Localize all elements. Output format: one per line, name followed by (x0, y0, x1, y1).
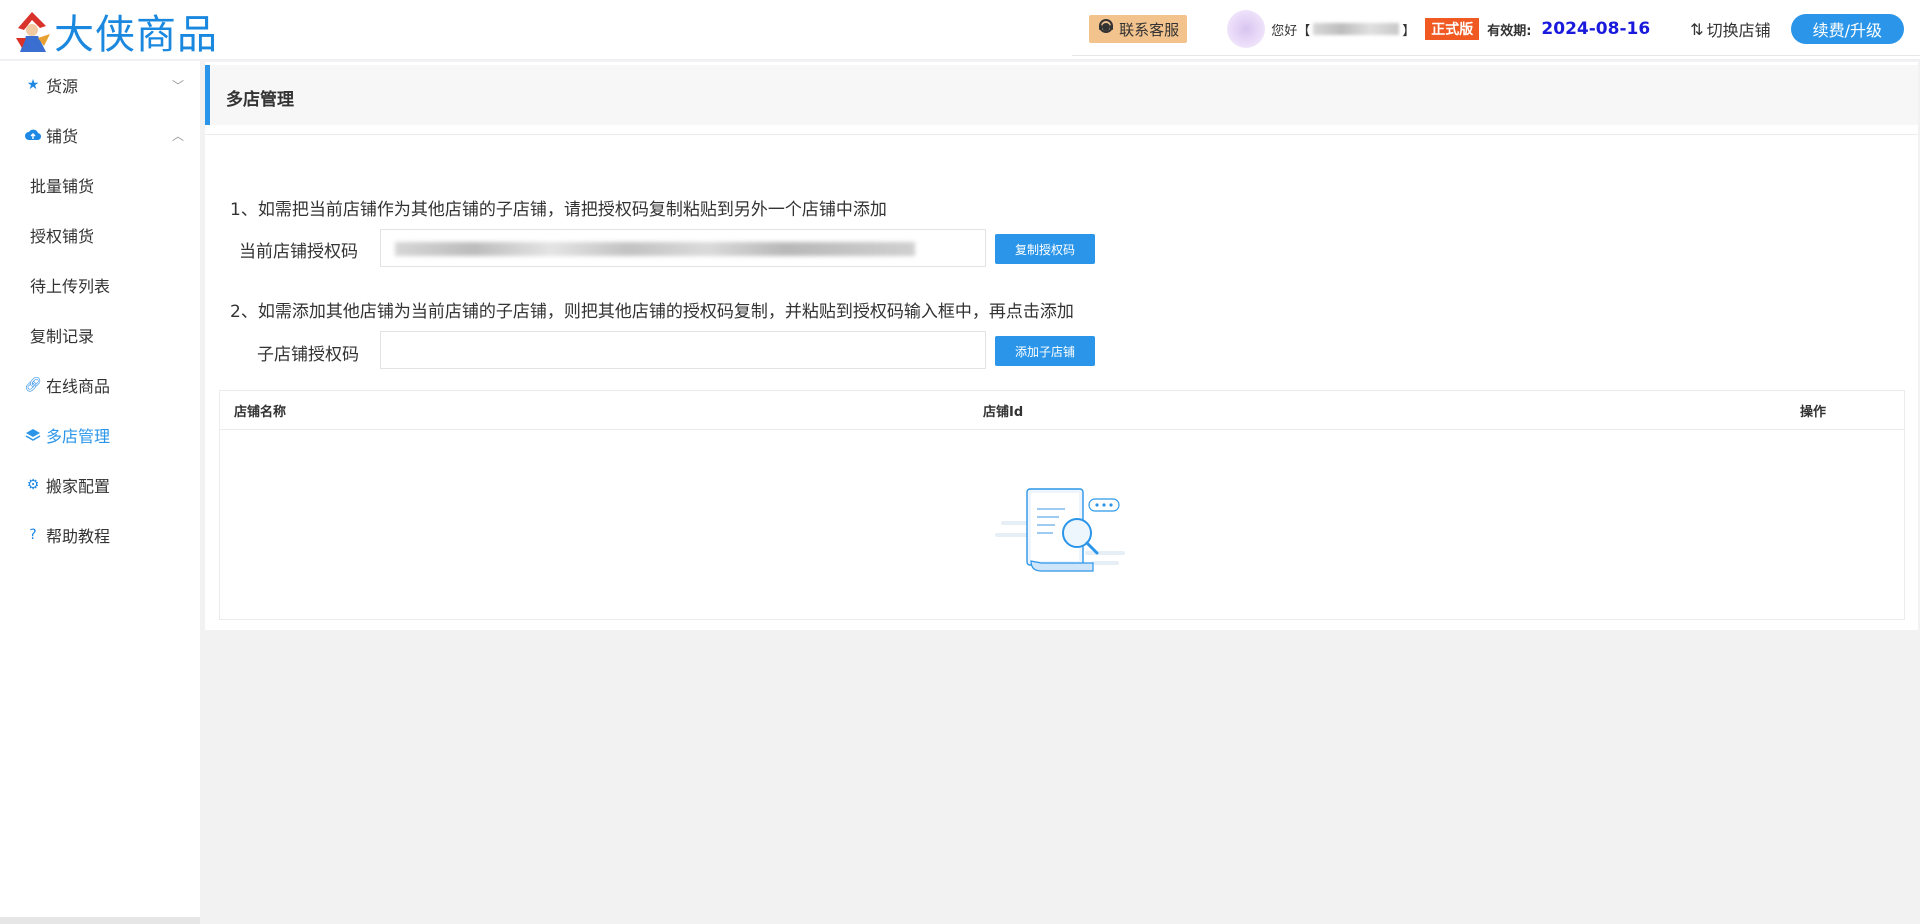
header-right: 联系客服 您好【 】 正式版 有效期: 2024-08-16 ⇅ 切换店铺 续费… (1089, 10, 1904, 48)
sidebar-item-label: 帮助教程 (46, 527, 111, 546)
renew-upgrade-button[interactable]: 续费/升级 (1790, 14, 1904, 44)
link-icon: 🔗︎ (24, 377, 42, 393)
copy-auth-code-button[interactable]: 复制授权码 (995, 234, 1095, 264)
sidebar-item-listing[interactable]: 铺货 ︿ (0, 115, 200, 155)
sidebar-item-multi-shop[interactable]: 多店管理 (0, 415, 200, 455)
column-header-shop-id: 店铺Id (983, 404, 1024, 420)
current-code-field[interactable] (380, 229, 986, 267)
cloud-upload-icon (25, 127, 41, 143)
validity-label: 有效期: (1487, 23, 1532, 39)
page-title: 多店管理 (226, 90, 294, 110)
sidebar-item-batch-listing[interactable]: 批量铺货 (30, 165, 94, 205)
sidebar: ★ 货源 ﹀ 铺货 ︿ 批量铺货 授权铺货 待上传列表 复制记录 🔗︎ 在线商品… (0, 61, 200, 917)
validity-date: 2024-08-16 (1541, 19, 1651, 39)
greeting-prefix: 您好【 (1271, 23, 1311, 39)
chevron-down-icon: ﹀ (171, 79, 184, 93)
sidebar-item-label: 铺货 (46, 127, 79, 146)
blurred-auth-code (395, 242, 915, 256)
layers-icon (25, 427, 41, 443)
logo-figure-icon (12, 8, 52, 54)
support-label: 联系客服 (1119, 20, 1180, 39)
current-code-label: 当前店铺授权码 (239, 242, 358, 262)
empty-state-icon (995, 481, 1135, 581)
sidebar-item-help[interactable]: ? 帮助教程 (0, 515, 200, 555)
step-2-instruction: 2、如需添加其他店铺为当前店铺的子店铺，则把其他店铺的授权码复制，并粘贴到授权码… (230, 302, 1074, 322)
column-header-actions: 操作 (1800, 404, 1827, 420)
sidebar-item-online-products[interactable]: 🔗︎ 在线商品 (0, 365, 200, 405)
column-header-shop-name: 店铺名称 (234, 404, 287, 420)
logo-text: 大侠商品 (54, 12, 218, 58)
greeting-suffix: 】 (1402, 23, 1416, 39)
switch-shop-link[interactable]: ⇅ 切换店铺 (1690, 17, 1770, 41)
sidebar-item-source[interactable]: ★ 货源 ﹀ (0, 65, 200, 105)
sidebar-item-label: 多店管理 (46, 427, 111, 446)
chevron-up-icon: ︿ (171, 129, 184, 143)
headset-icon (1097, 18, 1115, 40)
step-1-instruction: 1、如需把当前店铺作为其他店铺的子店铺，请把授权码复制粘贴到另外一个店铺中添加 (230, 200, 887, 220)
sidebar-scroll-strip (0, 917, 200, 924)
sidebar-item-label: 搬家配置 (46, 477, 111, 496)
header-divider (1072, 55, 1920, 56)
switch-shop-label: 切换店铺 (1706, 21, 1771, 40)
sidebar-item-pending-upload[interactable]: 待上传列表 (30, 265, 110, 305)
avatar[interactable] (1227, 10, 1266, 48)
brand-logo[interactable]: 大侠商品 (12, 6, 218, 58)
sidebar-item-label: 货源 (46, 77, 79, 96)
question-icon: ? (29, 527, 37, 543)
sidebar-item-copy-records[interactable]: 复制记录 (30, 315, 94, 355)
sidebar-item-authorized-listing[interactable]: 授权铺货 (30, 215, 94, 255)
title-divider (205, 134, 1918, 135)
table-header-divider (220, 429, 1904, 430)
greeting: 您好【 】 (1271, 20, 1415, 39)
top-header: 大侠商品 联系客服 您好【 】 正式版 有效期: 2024-08-16 ⇅ 切换… (0, 0, 1920, 60)
swap-arrows-icon: ⇅ (1690, 19, 1704, 39)
gear-icon: ⚙ (26, 477, 40, 493)
blurred-username (1313, 23, 1400, 35)
star-icon: ★ (26, 77, 40, 93)
add-child-shop-button[interactable]: 添加子店铺 (995, 336, 1095, 366)
main-panel: 多店管理 1、如需把当前店铺作为其他店铺的子店铺，请把授权码复制粘贴到另外一个店… (205, 62, 1918, 630)
sidebar-item-label: 在线商品 (46, 377, 111, 396)
contact-support-button[interactable]: 联系客服 (1089, 15, 1188, 43)
sidebar-item-migration-config[interactable]: ⚙ 搬家配置 (0, 465, 200, 505)
child-code-label: 子店铺授权码 (257, 345, 359, 365)
child-code-input[interactable] (380, 331, 986, 369)
plan-badge: 正式版 (1425, 18, 1480, 40)
shop-table: 店铺名称 店铺Id 操作 (219, 390, 1905, 620)
page-title-bar: 多店管理 (205, 65, 1918, 125)
